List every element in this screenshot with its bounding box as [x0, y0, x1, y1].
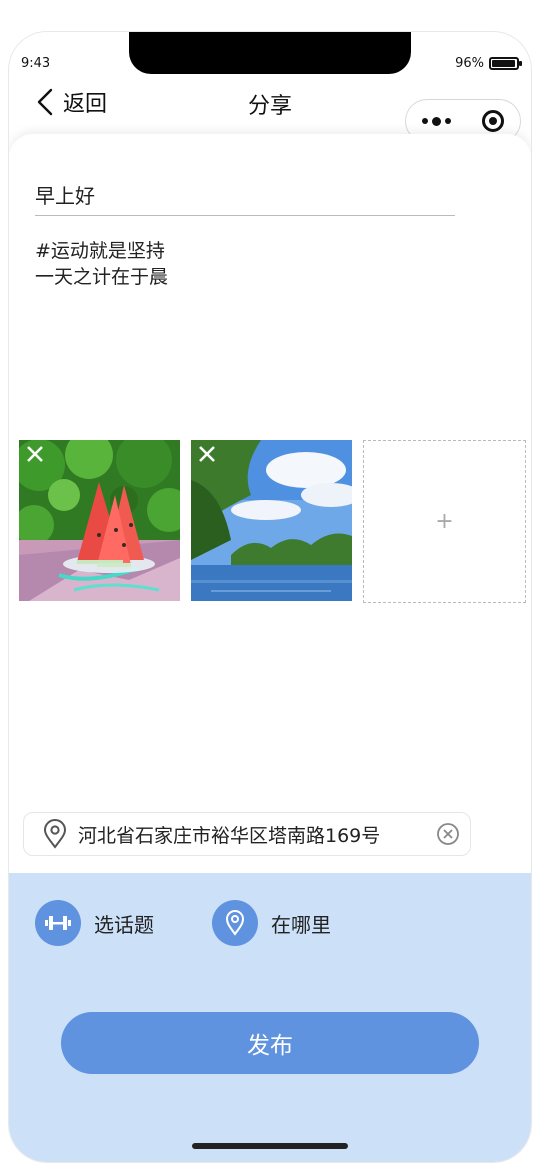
close-target-icon[interactable] [482, 110, 505, 132]
photo-thumbnail-lake[interactable] [191, 440, 352, 601]
battery-icon [489, 57, 522, 70]
select-topic-button[interactable]: 选话题 [35, 900, 154, 946]
navbar: 返回 分享 [9, 84, 531, 143]
location-address: 河北省石家庄市裕华区塔南路169号 [78, 824, 381, 847]
watermelon-image [19, 440, 180, 601]
location-icon [212, 900, 258, 946]
dumbbell-icon [35, 900, 81, 946]
plus-icon: + [435, 509, 454, 534]
body-line: 一天之计在于晨 [35, 266, 169, 288]
clear-location-icon[interactable] [436, 822, 460, 846]
post-body-textarea[interactable]: #运动就是坚持 一天之计在于晨 [35, 238, 168, 290]
close-icon[interactable] [25, 444, 45, 464]
post-editor: #运动就是坚持 一天之计在于晨 [9, 134, 531, 874]
back-button[interactable]: 返回 [37, 84, 107, 120]
battery-status: 96% [455, 56, 522, 71]
map-pin-icon [43, 819, 67, 849]
lake-image [191, 440, 352, 601]
location-pill[interactable]: 河北省石家庄市裕华区塔南路169号 [23, 812, 471, 856]
bottom-panel: 选话题 在哪里 发布 [9, 873, 531, 1162]
back-label: 返回 [63, 92, 108, 117]
home-indicator [192, 1143, 348, 1149]
battery-percent: 96% [455, 56, 484, 71]
body-line: #运动就是坚持 [35, 240, 165, 262]
where-label: 在哪里 [271, 912, 331, 937]
battery-fill [492, 60, 516, 67]
publish-button[interactable]: 发布 [61, 1012, 479, 1074]
more-icon[interactable] [421, 116, 451, 126]
post-title-input[interactable] [35, 174, 455, 216]
add-photo-button[interactable]: + [363, 440, 526, 603]
notch [129, 32, 411, 74]
where-button[interactable]: 在哪里 [212, 900, 331, 946]
status-time: 9:43 [21, 56, 51, 71]
close-icon[interactable] [197, 444, 217, 464]
photo-thumbnail-watermelon[interactable] [19, 440, 180, 601]
select-topic-label: 选话题 [94, 912, 154, 937]
chevron-left-icon [37, 88, 53, 116]
phone-frame: 9:43 96% 返回 分享 #运动就是坚持 一天之计在于晨 [9, 32, 531, 1162]
